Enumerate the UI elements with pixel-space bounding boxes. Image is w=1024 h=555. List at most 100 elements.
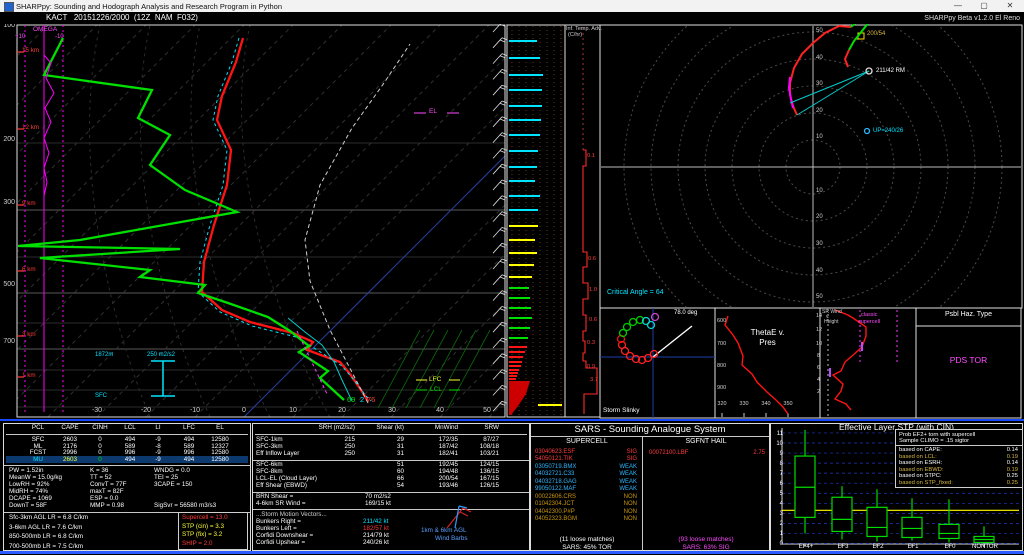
bottom-border (0, 551, 1024, 554)
sars-match[interactable]: 03050719.BMX (535, 464, 576, 471)
legend-value: 0.19 (992, 467, 1018, 473)
kinematics-panel[interactable]: SRH (m2/s2) Shear (kt) MnWind SRW SFC-1k… (252, 423, 530, 551)
legend-item: based on STPC: (899, 473, 942, 479)
surface-temp: 76 (367, 396, 375, 404)
sars-match-cat: NON (603, 494, 637, 501)
kinem-cell: 193/46 (405, 483, 458, 490)
sars-panel[interactable]: SARS - Sounding Analogue System SUPERCEL… (530, 423, 770, 551)
pressure-label: 500 (1, 281, 15, 289)
thermo-stat: DownT = 58F (9, 503, 47, 510)
stp-ytick: 10 (773, 441, 783, 448)
status-bar: KACT 20151226/2000 (12Z NAM F032) SHARPp… (0, 12, 1024, 24)
sars-match[interactable]: 04042300.P#P (535, 509, 575, 516)
sars-match[interactable]: 04052323.BGM (535, 516, 577, 523)
thetae-title: ThetaE v. (715, 329, 820, 338)
col-header: SRH (m2/s2) (293, 425, 355, 432)
sars-match[interactable]: 04032721.C33 (535, 471, 574, 478)
srwind-ytick: 2 (817, 389, 820, 395)
bunkers-right-marker-label: 211/42 RM (876, 68, 905, 75)
stp-ytick: 3 (773, 511, 783, 518)
stp-ytick: 11 (773, 431, 783, 438)
divider (255, 434, 527, 435)
inflow-sfc-label: SFC (95, 393, 107, 400)
station-id: KACT 20151226/2000 (12Z NAM F032) (46, 14, 198, 23)
omega-plus-label: +10 (15, 34, 25, 41)
omega-minus-label: -10 (55, 34, 64, 41)
divider (642, 436, 643, 550)
lapse-rate-stat: Sfc-3km AGL LR = 6.8 C/km (9, 515, 88, 522)
height-label: 6 km (22, 267, 36, 274)
advection-value: 0.6 (588, 256, 596, 262)
ring-label: 50 (816, 294, 823, 301)
sars-match-cat: NON (603, 501, 637, 508)
wind-barb-icons (441, 502, 475, 530)
thermo-stat: 3CAPE = 150 (154, 482, 192, 489)
supercell-match-count: (11 loose matches) (533, 536, 641, 543)
advection-value: 3.7 (590, 377, 598, 383)
legend-value: 0.14 (992, 460, 1018, 466)
sars-match-cat: SIG (603, 449, 637, 456)
sars-match[interactable]: 03040623.ESF (535, 449, 575, 456)
sars-match[interactable]: 00022606.CRS (535, 494, 576, 501)
maximize-button[interactable]: ▢ (974, 1, 994, 11)
corfidi-upshear-marker-label: UP=240/26 (873, 128, 903, 135)
separator-line (0, 419, 1024, 421)
mean-wind-label: 200/54 (867, 31, 885, 38)
sars-match[interactable]: 01042304.JCT (535, 501, 574, 508)
composite-indices-box: Supercell = 13.0 STP (cin) = 3.3 STP (fi… (178, 512, 248, 550)
advection-value: 0.3 (587, 340, 595, 346)
parcel-table-panel[interactable]: PCL CAPE CINH LCL LI LFC EL SFC 2603 0 4… (3, 423, 251, 551)
thetae-ticks (722, 413, 788, 417)
stp-fix-index: STP (fix) = 3.2 (182, 532, 222, 539)
close-button[interactable]: ✕ (1000, 1, 1020, 11)
divider (4, 465, 250, 466)
legend-item: based on EBWD: (899, 467, 943, 473)
surface-wetbulb: 2 (360, 396, 364, 404)
srwind-ytick: 6 (817, 365, 820, 371)
lfc-label: LFC (429, 376, 441, 383)
pressure-label: 200 (1, 136, 15, 144)
temp-axis-tick: 0 (234, 407, 254, 415)
ring-label: 30 (816, 241, 823, 248)
legend-subtitle: Sample CLIMO = .15 sigtor (899, 438, 969, 444)
kinem-cell: 126/15 (453, 483, 499, 490)
motion-value: 240/26 kt (363, 540, 389, 547)
stp-category: EF1 (893, 544, 933, 551)
hazard-value: PDS TOR (916, 356, 1021, 365)
stp-distribution-panel[interactable]: Effective Layer STP (with CIN) 11 10 9 8… (770, 423, 1023, 551)
legend-value: 0.19 (992, 454, 1018, 460)
stp-probability-legend: Prob EF2+ torn with supercell Sample CLI… (895, 429, 1023, 488)
sars-match-cat: NON (603, 516, 637, 523)
sars-match-cat: NON (603, 509, 637, 516)
kinem-cell: 182/41 (405, 451, 458, 458)
effective-inflow-marker (151, 361, 175, 396)
thermo-stat: SigSvr = 56580 m3/s3 (154, 503, 216, 510)
temp-axis-tick: -10 (185, 407, 205, 415)
sars-hail-match[interactable]: 00072100.LBF (649, 450, 688, 457)
lapse-rate-stat: 850-500mb LR = 6.8 C/km (9, 534, 83, 541)
height-label: 12 km (22, 125, 39, 132)
stp-ytick: 6 (773, 481, 783, 488)
el-label: EL (429, 108, 437, 115)
minimize-button[interactable]: — (948, 1, 968, 11)
advection-value: 1.0 (589, 287, 597, 293)
col-header: MnWind (405, 425, 458, 432)
srwind-ytick: 10 (816, 341, 822, 347)
supercell-index: Supercell = 13.0 (182, 515, 228, 522)
thetae-xtick: 330 (734, 401, 754, 407)
sars-match[interactable]: 04032718.GAG (535, 479, 577, 486)
stp-category: EF3 (823, 544, 863, 551)
ring-label: 50 (816, 28, 823, 35)
stp-ytick: 8 (773, 461, 783, 468)
sars-match[interactable]: 99050122.MAF (535, 486, 576, 493)
critical-angle-label: Critical Angle = 64 (607, 289, 664, 297)
title-bar: SHARPpy: Sounding and Hodograph Analysis… (0, 0, 1024, 12)
skewt-gridlines (0, 25, 881, 417)
divider (253, 492, 529, 493)
sars-match-cat: WEAK (603, 464, 637, 471)
legend-title: Prob EF2+ torn with supercell (899, 432, 975, 438)
thetae-ytick: 900 (717, 385, 726, 391)
sars-match[interactable]: 54050121.TIK (535, 456, 573, 463)
divider (896, 445, 1022, 446)
height-label: 1 km (22, 373, 36, 380)
